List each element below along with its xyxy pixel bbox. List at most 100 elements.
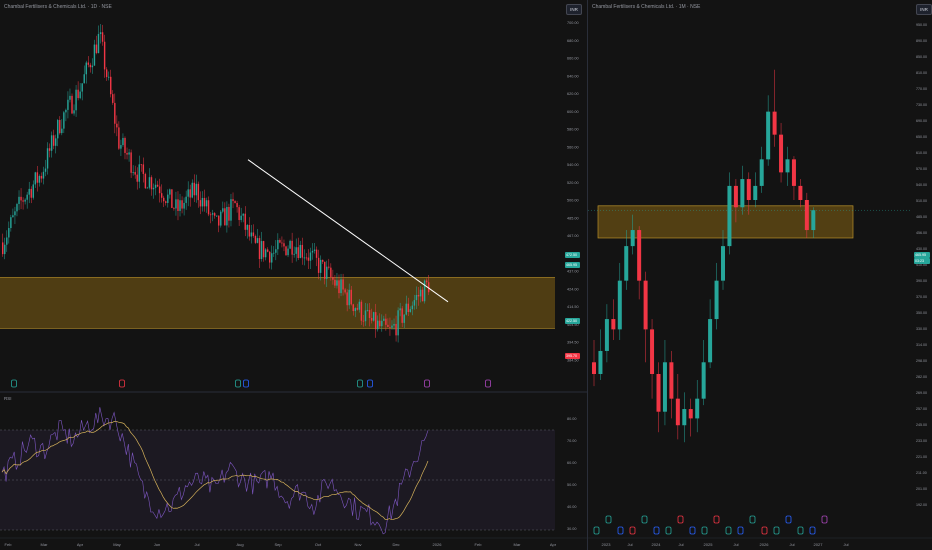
daily-candle-body [150,177,153,190]
monthly-price-tick: 510.00 [916,199,927,203]
monthly-candle-body [733,185,738,208]
daily-price-tick: 540.00 [567,163,579,167]
daily-candle-body [311,250,314,253]
daily-price-tick: 394.50 [567,341,579,345]
daily-candle-body [299,244,301,259]
daily-candle-body [252,232,255,236]
monthly-chart-canvas[interactable]: 1,100.00950.00890.00850.00810.00770.0073… [588,0,932,550]
support-zone [0,277,555,329]
monthly-price-tick: 221.00 [916,455,927,459]
daily-candle-body [105,69,108,78]
monthly-candle-body [740,179,745,208]
monthly-event-marker-icon [785,515,792,524]
daily-candle-body [403,314,405,323]
daily-candle-body [160,193,163,198]
daily-candle-body [395,323,397,336]
daily-candle-body [140,164,143,166]
rsi-axis-tick: 70.00 [567,439,577,443]
monthly-event-marker-icon [737,526,744,535]
monthly-event-marker-icon [725,526,732,535]
daily-candle-body [34,172,37,185]
daily-candle-body [419,289,422,297]
daily-currency-button[interactable]: INR [566,4,582,15]
monthly-time-tick: 2024 [652,542,662,547]
monthly-event-marker-icon [761,526,768,535]
daily-candle-body [18,196,20,204]
daily-candle-body [213,213,216,216]
daily-candle-body [116,123,118,128]
daily-time-tick: Apr [77,542,84,547]
earnings-marker-icon [367,379,373,388]
daily-candle-body [368,310,371,318]
earnings-marker-icon [485,379,491,388]
monthly-time-tick: 2023 [602,542,612,547]
monthly-candle-body [669,362,674,399]
daily-candle-body [352,304,354,312]
monthly-price-tick: 690.00 [916,119,927,123]
daily-candle-body [6,237,8,245]
monthly-event-marker-icon [641,515,648,524]
monthly-candle-body [675,398,680,426]
daily-candle-body [118,127,120,149]
daily-candle-body [69,95,71,100]
daily-candle-body [77,89,79,99]
daily-candle-body [350,289,352,305]
daily-candle-body [99,32,102,35]
daily-candle-body [313,249,316,251]
monthly-time-tick: 2026 [760,542,770,547]
daily-candle-body [315,249,318,258]
daily-candle-body [169,189,171,195]
daily-candle-body [254,235,257,243]
monthly-price-tick: 730.00 [916,103,927,107]
daily-candle-body [232,199,234,202]
daily-price-tick: 467.00 [567,234,579,238]
daily-candle-body [226,206,228,226]
monthly-candle-body [785,159,790,173]
rsi-axis-tick: 60.00 [567,461,577,465]
daily-candle-body [46,148,49,169]
monthly-price-tick: 298.00 [916,359,927,363]
daily-candle-body [346,292,348,306]
monthly-chart-pane[interactable]: 1,100.00950.00890.00850.00810.00770.0073… [588,0,932,550]
daily-candle-body [321,259,324,262]
daily-candle-body [142,164,145,174]
daily-candle-body [120,145,122,149]
monthly-candle-body [598,350,603,374]
daily-candle-body [374,312,377,330]
daily-chart-pane[interactable]: 700.00 680.00 660.00 640.00 620.00 600.00 580.… [0,0,587,550]
daily-candle-body [154,184,157,188]
daily-chart-canvas[interactable]: 700.00 680.00 660.00 640.00 620.00 600.00 580.… [0,0,587,550]
daily-candle-body [216,215,218,217]
daily-candle-body [10,217,12,229]
earnings-marker-icon [357,379,363,388]
daily-candle-body [97,34,100,54]
daily-candle-body [330,267,332,277]
monthly-price-tick: 850.00 [916,55,927,59]
daily-candle-body [30,188,32,198]
monthly-price-tick: 810.00 [916,71,927,75]
daily-candle-body [195,183,198,196]
monthly-event-marker-icon [701,526,708,535]
daily-candle-body [93,44,96,66]
daily-candle-body [250,232,253,237]
daily-candle-body [199,200,202,207]
daily-candle-body [397,310,399,336]
monthly-price-tick: 233.00 [916,439,927,443]
monthly-price-tick: 257.00 [916,407,927,411]
daily-candle-body [295,247,297,254]
monthly-price-badge-text: 465.95 [915,253,926,257]
daily-candle-body [360,301,363,321]
daily-candle-body [171,189,173,208]
monthly-price-tick: 610.00 [916,151,927,155]
monthly-event-marker-icon [617,526,624,535]
daily-candle-body [297,247,299,259]
daily-candle-body [242,213,244,216]
daily-candle-body [146,187,149,189]
daily-candle-body [28,188,30,195]
monthly-currency-button[interactable]: INR [916,4,932,15]
daily-candle-body [379,320,381,327]
daily-candle-body [399,308,401,311]
daily-price-tick: 520.00 [567,181,579,185]
daily-candle-body [336,280,338,286]
monthly-event-marker-icon [749,515,756,524]
